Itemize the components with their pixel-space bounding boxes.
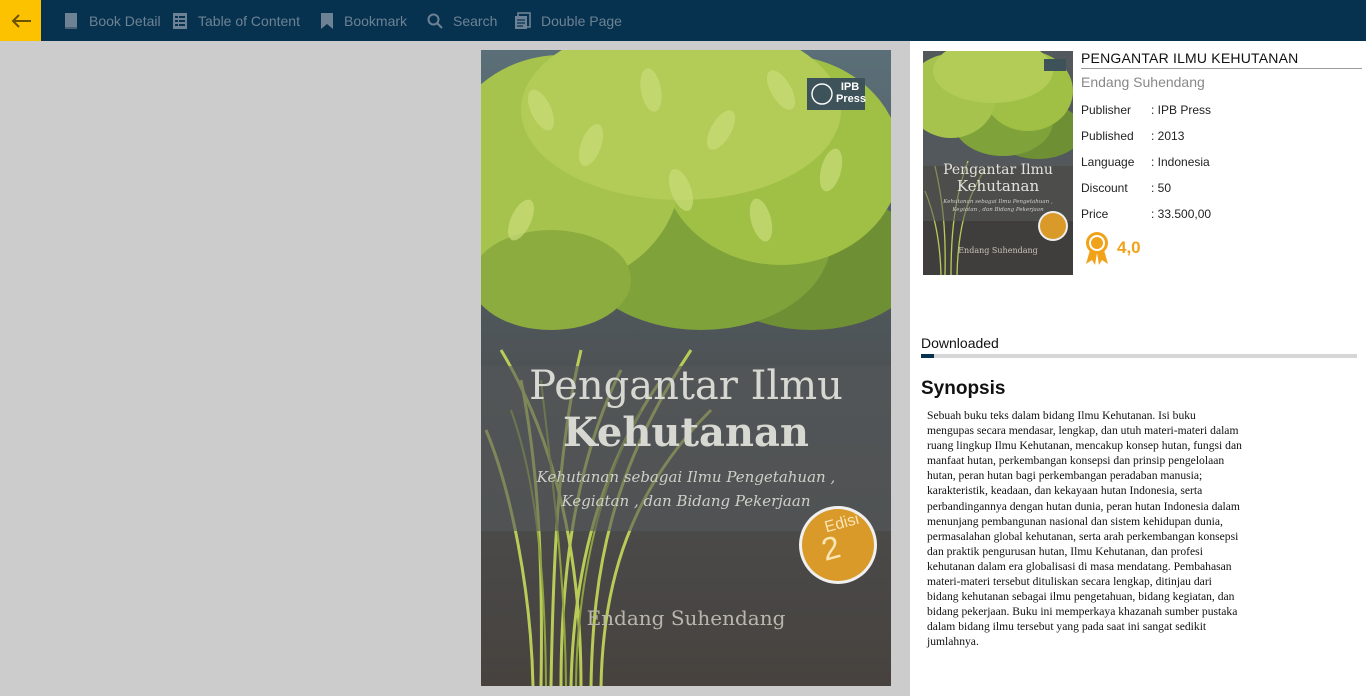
download-label: Downloaded [921,335,999,351]
back-button[interactable] [0,0,41,41]
synopsis-text: Sebuah buku teks dalam bidang Ilmu Kehut… [927,409,1242,649]
bookmark-label: Bookmark [344,12,408,29]
download-progress-bar [921,354,1357,358]
detail-row-publisher: Publisher : IPB Press [1081,103,1211,117]
cover-subtitle-line1: Kehutanan sebagai Ilmu Pengetahuan , [536,468,836,486]
thumbnail-title-line1: Pengantar Ilmu [943,162,1053,178]
bookmark-button[interactable]: Bookmark [320,0,407,41]
back-arrow-icon [11,13,31,28]
book-title: PENGANTAR ILMU KEHUTANAN [1081,50,1362,69]
thumbnail-author: Endang Suhendang [958,246,1038,255]
book-detail-button[interactable]: Book Detail [63,0,161,41]
detail-label: Discount [1081,181,1128,195]
detail-row-published: Published : 2013 [1081,129,1184,143]
table-of-content-label: Table of Content [198,12,300,29]
detail-value: : 33.500,00 [1151,207,1212,221]
detail-label: Published [1081,129,1134,143]
thumbnail-subtitle-line2: Kegiatan , dan Bidang Pekerjaan [952,207,1044,213]
cover-title-line1: Pengantar Ilmu [529,363,843,409]
detail-value: : IPB Press [1151,103,1212,117]
search-icon [427,13,443,29]
download-progress-fill [921,354,935,358]
table-of-content-button[interactable]: Table of Content [172,0,300,41]
detail-value: : 2013 [1151,129,1185,143]
search-label: Search [453,12,498,29]
thumbnail-title-line2: Kehutanan [956,177,1040,195]
book-detail-label: Book Detail [89,12,161,29]
double-page-icon [515,11,531,29]
detail-label: Language [1081,155,1135,169]
top-toolbar: Book Detail Table of Content Bookmark Se… [0,0,1366,41]
double-page-label: Double Page [541,12,622,29]
detail-label: Publisher [1081,103,1132,117]
synopsis-heading: Synopsis [921,378,1006,399]
search-button[interactable]: Search [427,0,497,41]
bookmark-icon [321,12,333,29]
rating-value: 4,0 [1117,238,1141,257]
cover-publisher-logo: IPB Press [836,81,866,105]
detail-value: : 50 [1151,181,1172,195]
detail-label: Price [1081,207,1109,221]
detail-row-price: Price : 33.500,00 [1081,207,1211,221]
book-thumbnail: Pengantar Ilmu Kehutanan Kehutanan sebag… [923,51,1073,275]
thumbnail-subtitle-line1: Kehutanan sebagai Ilmu Pengetahuan , [943,199,1053,205]
rating: 4,0 [1083,231,1141,265]
cover-title-line2: Kehutanan [563,409,809,456]
award-ribbon-icon [1086,232,1108,265]
detail-row-language: Language : Indonesia [1081,155,1210,169]
cover-author: Endang Suhendang [586,606,786,630]
double-page-button[interactable]: Double Page [514,0,622,41]
table-of-content-icon [173,12,187,29]
book-cover-page[interactable]: IPB Press Pengantar Ilmu Kehutanan Kehut… [481,50,891,686]
book-icon [65,12,77,29]
detail-row-discount: Discount : 50 [1081,181,1171,195]
detail-value: : Indonesia [1151,155,1210,169]
cover-subtitle-line2: Kegiatan , dan Bidang Pekerjaan [561,492,811,510]
book-author: Endang Suhendang [1081,74,1205,90]
